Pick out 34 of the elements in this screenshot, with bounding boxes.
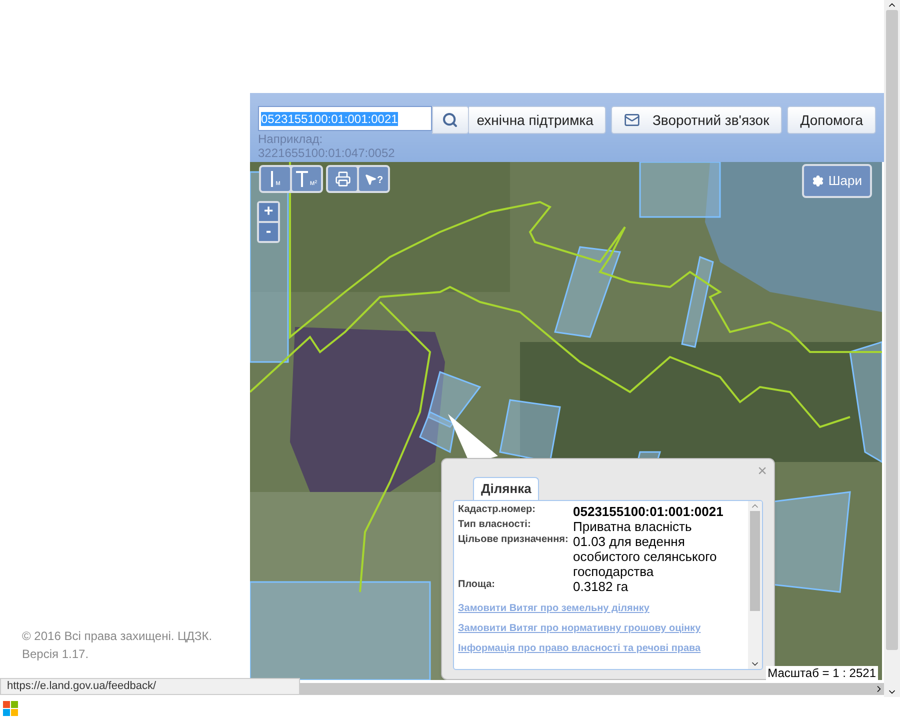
header-button[interactable]: Допомога	[787, 106, 876, 134]
layers-button[interactable]: Шари	[802, 164, 872, 198]
field-label: Цільове призначення:	[458, 534, 570, 546]
field-label: Кадастр.номер:	[458, 504, 536, 516]
zoom-button[interactable]: -	[259, 223, 278, 241]
zoom-button[interactable]: +	[259, 203, 278, 221]
popup-link[interactable]: Інформація про право власності та речові права	[458, 642, 748, 656]
field-value: 0523155100:01:001:0021	[573, 504, 724, 519]
header-button[interactable]: ехнічна підтримка	[468, 106, 606, 134]
mail-icon	[624, 112, 640, 128]
field-value: 01.03 для ведення особистого селянського господарства	[573, 534, 718, 579]
field-value: Приватна власність	[573, 519, 693, 534]
popup-link[interactable]: Замовити Витяг про земельну ділянку	[458, 602, 748, 616]
field-label: Тип власності:	[458, 519, 532, 531]
header-button[interactable]: Зворотний зв'язок	[611, 106, 782, 134]
status-url: https://e.land.gov.ua/feedback/	[7, 680, 156, 692]
search-icon	[442, 112, 458, 128]
map-tool-button[interactable]	[328, 167, 357, 191]
version-text: Версія 1.17.	[22, 646, 90, 663]
settings-icon	[812, 175, 824, 187]
popup-link[interactable]: Замовити Витяг про нормативну грошову оцінку	[458, 622, 748, 636]
cadastral-search-field[interactable]: 0523155100:01:001:0021	[258, 106, 432, 131]
map-scale-text: Масштаб = 1 : 2521	[766, 666, 878, 680]
search-button[interactable]	[432, 106, 469, 134]
hint-label: Наприклад:	[258, 132, 324, 146]
map-tool-button[interactable]: ?	[359, 167, 388, 191]
hint-example: 3221655100:01:047:0052	[258, 146, 396, 160]
field-label: Площа:	[458, 579, 496, 591]
close-button[interactable]: ×	[758, 464, 767, 480]
windows-logo-icon[interactable]	[3, 700, 19, 716]
field-value: 0.3182 га	[573, 579, 630, 594]
copyright-text: © 2016 Всі права захищені. ЦДЗК.	[22, 628, 214, 645]
popup-tab[interactable]: Ділянка	[473, 477, 540, 500]
print-icon	[334, 171, 350, 187]
